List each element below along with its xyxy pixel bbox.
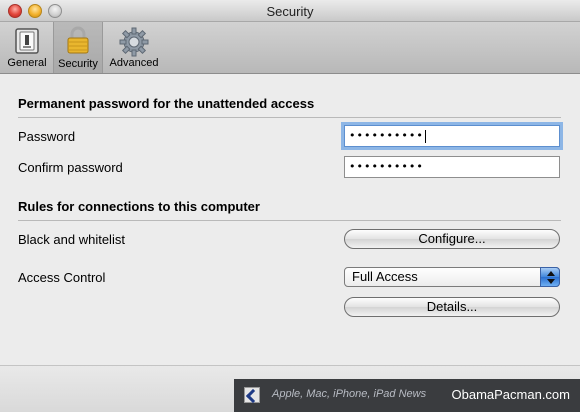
gear-icon: [119, 27, 149, 60]
password-label: Password: [18, 129, 76, 144]
confirm-password-label: Confirm password: [18, 160, 123, 175]
access-control-value: Full Access: [352, 269, 418, 284]
confirm-password-field[interactable]: ••••••••••: [344, 156, 560, 178]
security-preferences-window: Security General Security Advanced Perma…: [0, 0, 580, 412]
section-divider: [18, 220, 561, 221]
tab-general[interactable]: General: [4, 24, 50, 72]
section-divider: [18, 117, 561, 118]
title-bar: Security: [0, 0, 580, 22]
select-arrows-icon: [540, 267, 560, 287]
padlock-icon: [64, 25, 92, 58]
tab-advanced[interactable]: Advanced: [105, 24, 163, 72]
black-and-whitelist-label: Black and whitelist: [18, 232, 125, 247]
preferences-toolbar: General Security Advanced: [0, 22, 580, 74]
configure-button[interactable]: Configure...: [344, 229, 560, 249]
security-panel: Permanent password for the unattended ac…: [0, 75, 580, 365]
password-field-value: ••••••••••: [349, 129, 424, 142]
password-section-title: Permanent password for the unattended ac…: [18, 96, 315, 111]
watermark-site-name: ObamaPacman.com: [451, 387, 571, 402]
confirm-password-field-value: ••••••••••: [349, 160, 424, 173]
details-button[interactable]: Details...: [344, 297, 560, 317]
tab-security-label: Security: [58, 58, 98, 70]
watermark-banner: Apple, Mac, iPhone, iPad News ObamaPacma…: [234, 379, 580, 412]
tab-security[interactable]: Security: [53, 22, 103, 73]
window-title: Security: [266, 4, 314, 19]
access-control-select[interactable]: Full Access: [344, 267, 560, 287]
password-field[interactable]: ••••••••••: [344, 125, 560, 147]
tab-advanced-label: Advanced: [109, 57, 159, 69]
text-caret: [424, 129, 426, 143]
access-control-label: Access Control: [18, 270, 106, 285]
watermark-tagline: Apple, Mac, iPhone, iPad News: [272, 388, 427, 400]
rules-section-title: Rules for connections to this computer: [18, 199, 260, 214]
tab-general-label: General: [7, 57, 47, 69]
switch-icon: [14, 27, 40, 58]
site-logo-icon: [244, 387, 260, 403]
